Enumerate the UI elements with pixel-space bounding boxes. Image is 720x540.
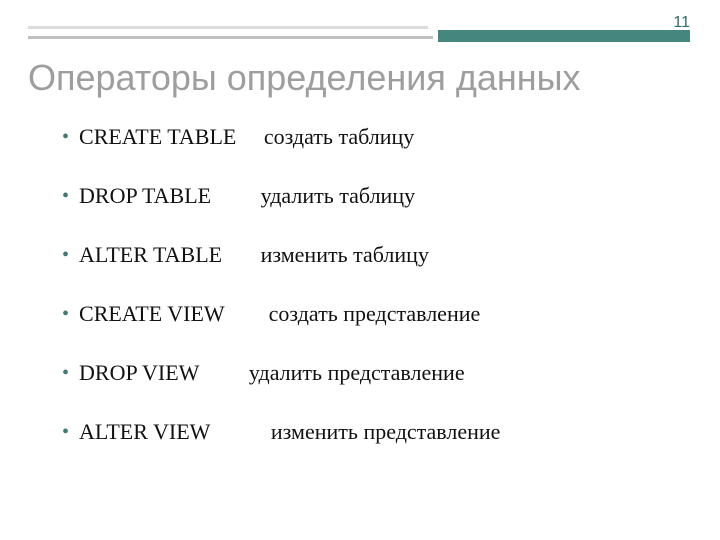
decor-bar-grey [28,36,433,39]
bullet-icon: • [62,421,69,444]
description-text: удалить таблицу [261,183,415,209]
operator-text: ALTER VIEW [79,419,210,445]
operator-text: CREATE TABLE [79,124,236,150]
bullet-icon: • [62,185,69,208]
decor-bar-light [28,26,428,29]
spacer [236,124,264,150]
operator-text: DROP TABLE [79,183,211,209]
decor-bar-teal [438,30,690,42]
description-text: создать таблицу [264,124,414,150]
bullet-list: • CREATE TABLE создать таблицу • DROP TA… [62,124,680,478]
list-item: • CREATE VIEW создать представление [62,301,680,327]
list-item: • DROP TABLE удалить таблицу [62,183,680,209]
slide-title: Операторы определения данных [28,58,692,98]
title-decoration [0,26,720,48]
operator-text: CREATE VIEW [79,301,225,327]
operator-text: DROP VIEW [79,360,199,386]
description-text: удалить представление [249,360,465,386]
spacer [222,242,261,268]
spacer [225,301,269,327]
description-text: изменить таблицу [261,242,429,268]
list-item: • ALTER TABLE изменить таблицу [62,242,680,268]
list-item: • CREATE TABLE создать таблицу [62,124,680,150]
bullet-icon: • [62,244,69,267]
description-text: создать представление [269,301,481,327]
operator-text: ALTER TABLE [79,242,222,268]
description-text: изменить представление [271,419,501,445]
bullet-icon: • [62,303,69,326]
list-item: • ALTER VIEW изменить представление [62,419,680,445]
spacer [211,183,261,209]
list-item: • DROP VIEW удалить представление [62,360,680,386]
spacer [199,360,249,386]
bullet-icon: • [62,126,69,149]
bullet-icon: • [62,362,69,385]
spacer [210,419,271,445]
